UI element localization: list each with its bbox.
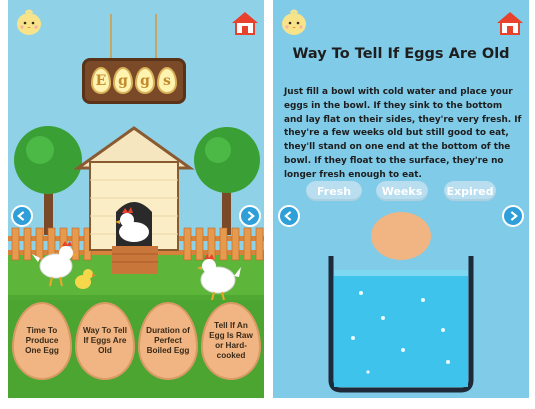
home-icon[interactable] bbox=[495, 8, 525, 38]
home-screen: E g g s Time To Produce One Egg Way To T… bbox=[8, 0, 264, 398]
tab-expired[interactable]: Expired bbox=[444, 181, 496, 201]
tab-fresh[interactable]: Fresh bbox=[306, 181, 362, 201]
sign-letter: g bbox=[113, 67, 133, 94]
tab-weeks[interactable]: Weeks bbox=[376, 181, 428, 201]
arrow-left-icon[interactable] bbox=[278, 205, 300, 227]
home-icon[interactable] bbox=[230, 8, 260, 38]
egg-shape bbox=[371, 212, 431, 260]
arrow-right-icon[interactable] bbox=[502, 205, 524, 227]
page-title: Way To Tell If Eggs Are Old bbox=[292, 46, 510, 62]
eggs-old-screen: Way To Tell If Eggs Are Old Just fill a … bbox=[273, 0, 529, 398]
water bbox=[334, 270, 468, 387]
chick-face-icon[interactable] bbox=[279, 8, 309, 38]
explanation-text: Just fill a bowl with cold water and pla… bbox=[284, 87, 522, 180]
sign-letter: E bbox=[91, 67, 111, 94]
eggs-sign: E g g s bbox=[82, 58, 186, 104]
arrow-left-icon[interactable] bbox=[11, 205, 33, 227]
sign-letter: g bbox=[135, 67, 155, 94]
chick-face-icon[interactable] bbox=[14, 8, 44, 38]
arrow-right-icon[interactable] bbox=[239, 205, 261, 227]
sign-letter: s bbox=[157, 67, 177, 94]
